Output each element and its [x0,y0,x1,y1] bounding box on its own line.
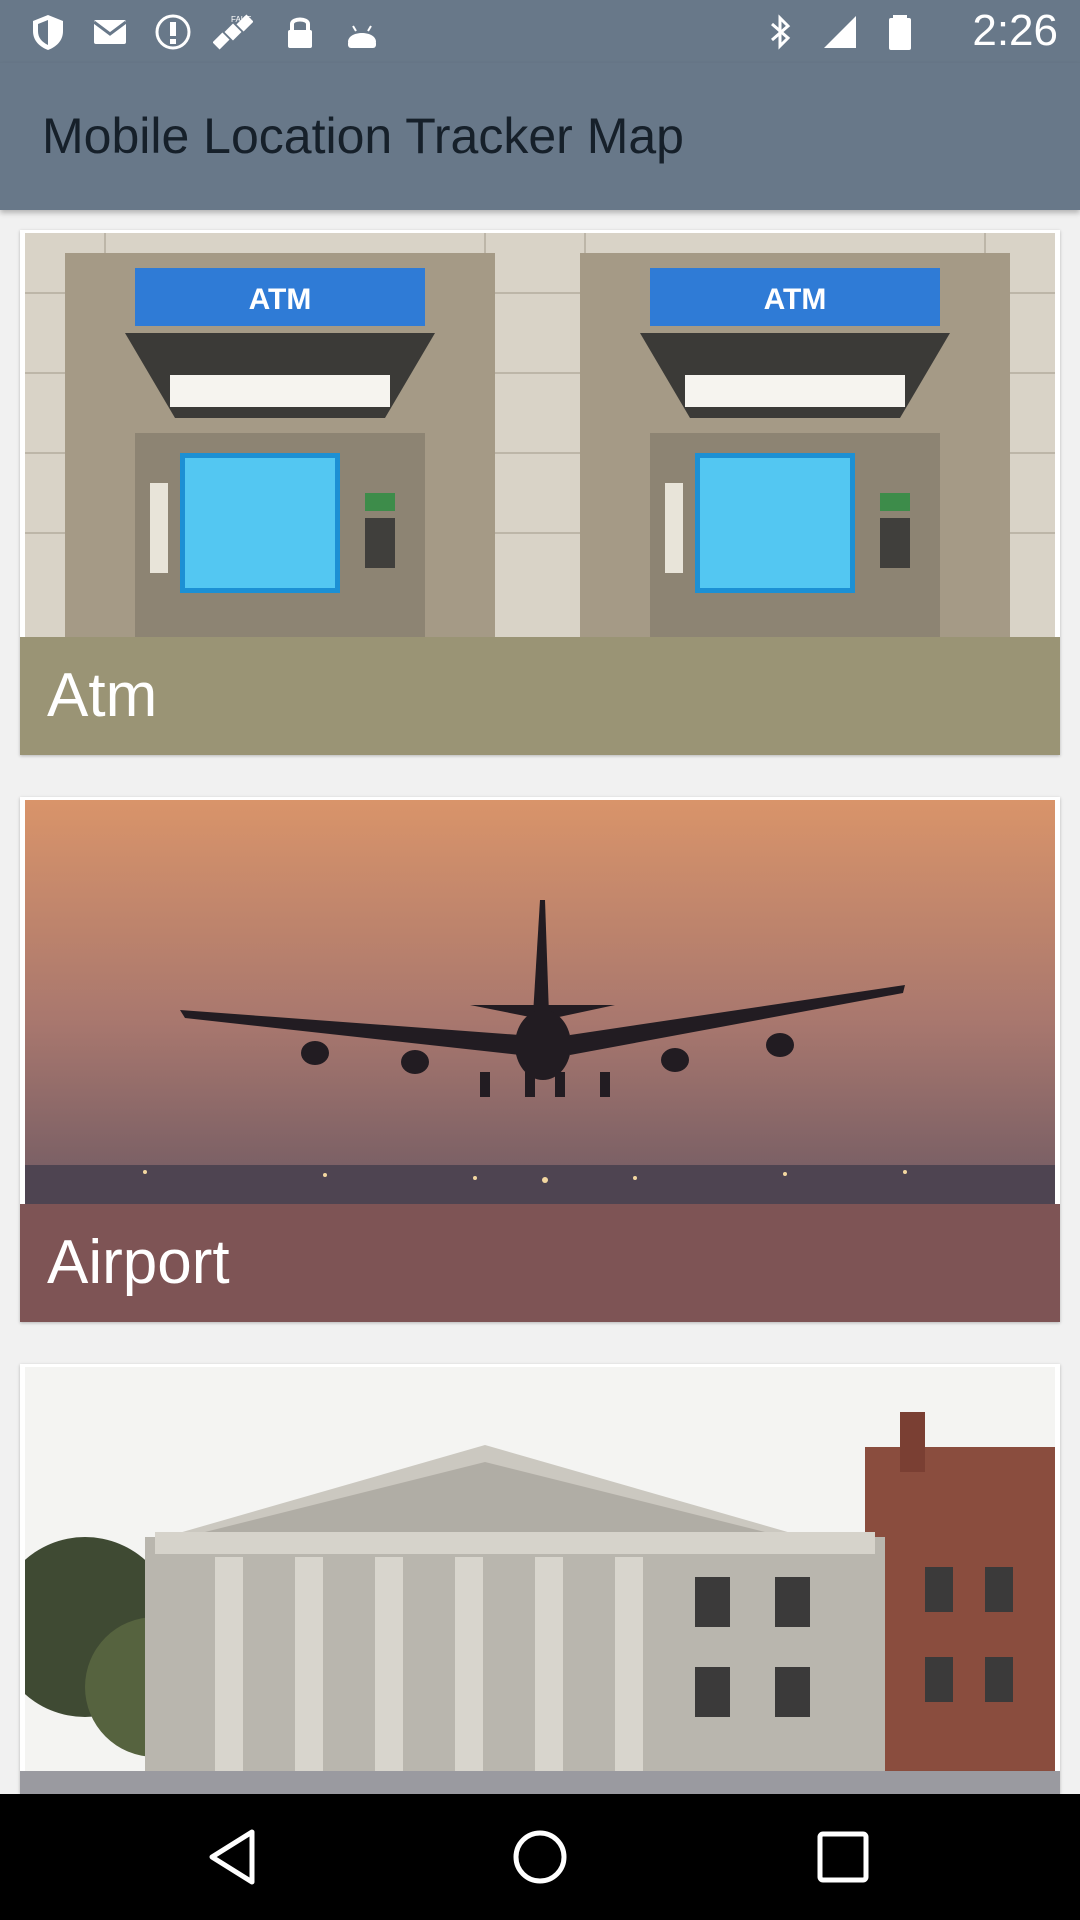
android-icon [348,25,376,48]
airplane-landing-image [25,800,1055,1206]
battery-icon [889,15,911,50]
bluetooth-icon [771,14,791,50]
svg-text:ATM: ATM [764,283,827,316]
signal-icon [824,16,856,48]
card-label-airport: Airport [20,1204,1060,1322]
home-icon[interactable] [505,1822,575,1892]
clock: 2:26 [972,6,1058,55]
category-card-bank[interactable] [20,1364,1060,1794]
back-icon[interactable] [200,1822,270,1892]
app-title: Mobile Location Tracker Map [42,108,684,164]
status-bar: FAKE 2:26 [0,0,1080,63]
lock-icon [288,17,312,48]
navigation-bar [0,1794,1080,1920]
card-label-atm: Atm [20,637,1060,755]
category-card-airport[interactable]: Airport [20,797,1060,1322]
svg-text:ATM: ATM [249,283,312,316]
shield-icon [33,15,63,50]
recents-icon[interactable] [808,1822,878,1892]
atm-machines-image: ATM ATM [25,233,1055,639]
email-icon [93,20,127,44]
info-icon [155,14,191,50]
svg-text:FAKE: FAKE [231,15,251,24]
card-label-bank [20,1771,1060,1794]
app-bar: Mobile Location Tracker Map [0,63,1080,210]
satellite-icon: FAKE [213,14,253,50]
category-card-atm[interactable]: ATM ATM Atm [20,230,1060,755]
bank-building-image [25,1367,1055,1773]
